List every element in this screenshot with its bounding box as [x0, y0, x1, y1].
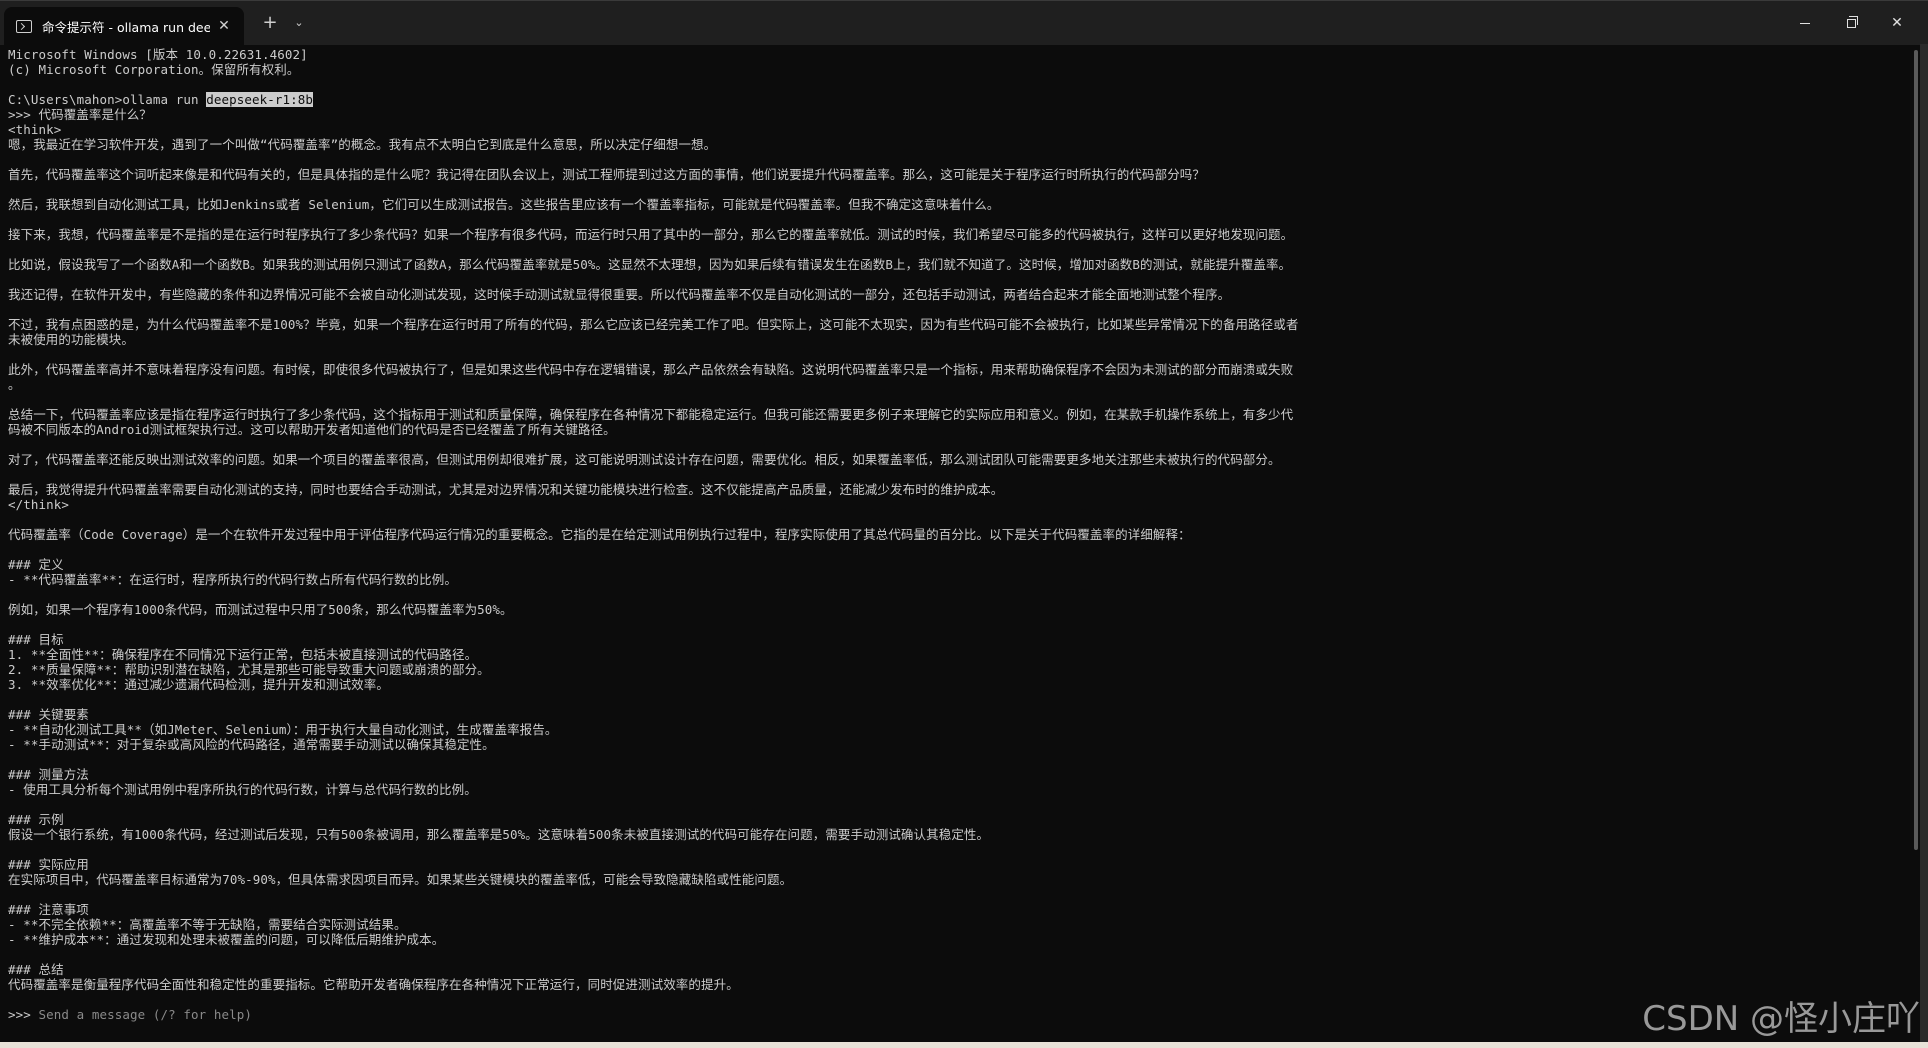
new-tab-button[interactable]: + — [258, 11, 282, 35]
think-line — [8, 242, 1908, 257]
chevron-down-icon[interactable]: ⌄ — [288, 11, 310, 35]
answer-line: ### 目标 — [8, 632, 64, 647]
answer-line — [8, 797, 1908, 812]
think-line: 比如说，假设我写了一个函数A和一个函数B。如果我的测试用例只测试了函数A，那么代… — [8, 257, 1292, 272]
tab-title: 命令提示符 - ollama run deep — [42, 19, 210, 35]
think-line — [8, 392, 1908, 407]
answer-line: - **自动化测试工具**（如JMeter、Selenium）：用于执行大量自动… — [8, 722, 558, 737]
think-line: 最后，我觉得提升代码覆盖率需要自动化测试的支持，同时也要结合手动测试，尤其是对边… — [8, 482, 1004, 497]
think-line: 嗯，我最近在学习软件开发，遇到了一个叫做“代码覆盖率”的概念。我有点不太明白它到… — [8, 137, 717, 152]
answer-line: - **代码覆盖率**：在运行时，程序所执行的代码行数占所有代码行数的比例。 — [8, 572, 457, 587]
terminal-output[interactable]: Microsoft Windows [版本 10.0.22631.4602] (… — [8, 47, 1908, 1027]
answer-line: 假设一个银行系统，有1000条代码，经过测试后发现，只有500条被调用，那么覆盖… — [8, 827, 990, 842]
answer-line: 代码覆盖率是衡量程序代码全面性和稳定性的重要指标。它帮助开发者确保程序在各种情况… — [8, 977, 739, 992]
answer-line — [8, 842, 1908, 857]
think-line: 接下来，我想，代码覆盖率是不是指的是在运行时程序执行了多少条代码？如果一个程序有… — [8, 227, 1294, 242]
answer-line: - **不完全依赖**：高覆盖率不等于无缺陷，需要结合实际测试结果。 — [8, 917, 407, 932]
answer-line: ### 关键要素 — [8, 707, 89, 722]
minimize-icon — [1800, 22, 1810, 24]
think-open-tag: <think> — [8, 122, 62, 137]
answer-line: 1. **全面性**：确保程序在不同情况下运行正常，包括未被直接测试的代码路径。 — [8, 647, 478, 662]
minimize-button[interactable] — [1782, 1, 1828, 45]
answer-line: ### 总结 — [8, 962, 64, 977]
tab-command-prompt[interactable]: 命令提示符 - ollama run deep ✕ — [4, 7, 244, 45]
think-block: 嗯，我最近在学习软件开发，遇到了一个叫做“代码覆盖率”的概念。我有点不太明白它到… — [8, 137, 1908, 497]
restore-icon — [1846, 15, 1858, 28]
command-line: C:\Users\mahon>ollama run deepseek-r1:8b — [8, 92, 1908, 107]
terminal-icon — [16, 19, 32, 33]
think-line — [8, 152, 1908, 167]
think-line: 不过，我有点困惑的是，为什么代码覆盖率不是100%？毕竟，如果一个程序在运行时用… — [8, 317, 1299, 332]
selected-model-name: deepseek-r1:8b — [206, 92, 314, 107]
answer-line — [8, 752, 1908, 767]
answer-line — [8, 587, 1908, 602]
think-line: 首先，代码覆盖率这个词听起来像是和代码有关的，但是具体指的是什么呢？我记得在团队… — [8, 167, 1206, 182]
think-line: 总结一下，代码覆盖率应该是指在程序运行时执行了多少条代码，这个指标用于测试和质量… — [8, 407, 1294, 422]
terminal-window: 命令提示符 - ollama run deep ✕ + ⌄ ✕ Microsof… — [0, 0, 1928, 1048]
think-line: 此外，代码覆盖率高并不意味着程序没有问题。有时候，即使很多代码被执行了，但是如果… — [8, 362, 1294, 377]
think-line: 对了，代码覆盖率还能反映出测试效率的问题。如果一个项目的覆盖率很高，但测试用例却… — [8, 452, 1281, 467]
answer-line — [8, 692, 1908, 707]
think-line — [8, 467, 1908, 482]
user-question: >>> 代码覆盖率是什么？ — [8, 107, 152, 122]
scrollbar-thumb[interactable] — [1914, 50, 1918, 850]
close-tab-icon[interactable]: ✕ — [214, 16, 234, 36]
answer-line: - **手动测试**：对于复杂或高风险的代码路径，通常需要手动测试以确保其稳定性… — [8, 737, 495, 752]
watermark: CSDN @怪小庄吖 — [1642, 999, 1920, 1039]
think-line: 。 — [8, 377, 21, 392]
answer-line: - 使用工具分析每个测试用例中程序所执行的代码行数，计算与总代码行数的比例。 — [8, 782, 477, 797]
answer-line: ### 示例 — [8, 812, 64, 827]
answer-line: 2. **质量保障**：帮助识别潜在缺陷，尤其是那些可能导致重大问题或崩溃的部分… — [8, 662, 490, 677]
answer-line: ### 实际应用 — [8, 857, 89, 872]
restore-button[interactable] — [1828, 1, 1874, 45]
answer-line: ### 注意事项 — [8, 902, 89, 917]
message-input-placeholder[interactable]: Send a message (/? for help) — [39, 1007, 253, 1022]
answer-line: 在实际项目中，代码覆盖率目标通常为70%-90%，但具体需求因项目而异。如果某些… — [8, 872, 793, 887]
think-line — [8, 302, 1908, 317]
close-window-button[interactable]: ✕ — [1874, 1, 1920, 45]
answer-line: 代码覆盖率（Code Coverage）是一个在软件开发过程中用于评估程序代码运… — [8, 527, 1191, 542]
answer-line: ### 定义 — [8, 557, 64, 572]
scrollbar-track[interactable] — [1920, 44, 1928, 1048]
think-line — [8, 182, 1908, 197]
header-line: (c) Microsoft Corporation。保留所有权利。 — [8, 62, 300, 77]
think-line: 我还记得，在软件开发中，有些隐藏的条件和边界情况可能不会被自动化测试发现，这时候… — [8, 287, 1231, 302]
input-prompt[interactable]: >>> Send a message (/? for help) — [8, 1007, 1908, 1022]
answer-line: 例如，如果一个程序有1000条代码，而测试过程中只用了500条，那么代码覆盖率为… — [8, 602, 513, 617]
think-line — [8, 212, 1908, 227]
answer-line — [8, 947, 1908, 962]
think-close-tag: </think> — [8, 497, 70, 512]
header-line: Microsoft Windows [版本 10.0.22631.4602] — [8, 47, 308, 62]
think-line: 未被使用的功能模块。 — [8, 332, 135, 347]
think-line — [8, 272, 1908, 287]
answer-line: 3. **效率优化**：通过减少遗漏代码检测，提升开发和测试效率。 — [8, 677, 389, 692]
think-line: 码被不同版本的Android测试框架执行过。这可以帮助开发者知道他们的代码是否已… — [8, 422, 616, 437]
answer-block: 代码覆盖率（Code Coverage）是一个在软件开发过程中用于评估程序代码运… — [8, 527, 1908, 992]
answer-line — [8, 887, 1908, 902]
desktop-edge — [0, 1042, 1928, 1048]
prompt-marker: >>> — [8, 1007, 39, 1022]
command-prefix: C:\Users\mahon>ollama run — [8, 92, 207, 107]
think-line — [8, 437, 1908, 452]
think-line: 然后，我联想到自动化测试工具，比如Jenkins或者 Selenium，它们可以… — [8, 197, 1000, 212]
answer-line: - **维护成本**：通过发现和处理未被覆盖的问题，可以降低后期维护成本。 — [8, 932, 445, 947]
answer-line — [8, 542, 1908, 557]
title-bar: 命令提示符 - ollama run deep ✕ + ⌄ ✕ — [0, 0, 1928, 45]
think-line — [8, 347, 1908, 362]
answer-line — [8, 617, 1908, 632]
answer-line: ### 测量方法 — [8, 767, 89, 782]
